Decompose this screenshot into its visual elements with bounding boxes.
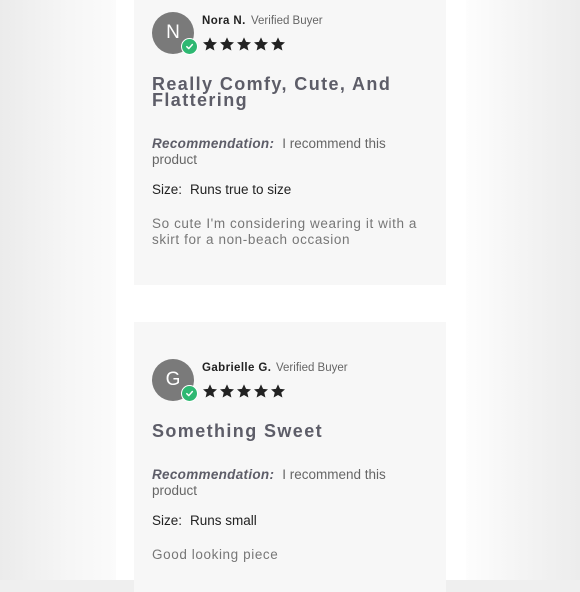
star-icon	[220, 37, 234, 51]
verified-check-icon	[181, 385, 198, 402]
star-icon	[203, 384, 217, 398]
size-label: Size:	[152, 513, 183, 528]
left-background	[0, 0, 116, 580]
size-value: Runs true to size	[190, 182, 292, 197]
reviewer-name: Nora N.	[202, 15, 246, 27]
recommendation: Recommendation: I recommend this product	[152, 136, 422, 168]
avatar-initial: G	[165, 369, 181, 390]
size-value: Runs small	[190, 513, 257, 528]
star-icon	[271, 37, 285, 51]
size-fit: Size: Runs small	[152, 513, 257, 528]
size-fit: Size: Runs true to size	[152, 182, 291, 197]
verified-buyer-label: Verified Buyer	[276, 362, 348, 374]
reviewer-name: Gabrielle G.	[202, 362, 272, 374]
recommendation-label: Recommendation:	[152, 467, 275, 482]
star-icon	[271, 384, 285, 398]
star-icon	[254, 37, 268, 51]
review-body: Good looking piece	[152, 547, 279, 562]
size-label: Size:	[152, 182, 183, 197]
right-background	[466, 0, 580, 580]
star-rating	[202, 383, 286, 399]
star-icon	[254, 384, 268, 398]
recommendation: Recommendation: I recommend this product	[152, 467, 422, 499]
avatar-initial: N	[166, 22, 180, 43]
review-title: Really Comfy, Cute, And Flattering	[152, 74, 392, 110]
verified-buyer-label: Verified Buyer	[251, 15, 323, 27]
verified-check-icon	[181, 38, 198, 55]
recommendation-label: Recommendation:	[152, 136, 275, 151]
star-icon	[220, 384, 234, 398]
review-body: So cute I'm considering wearing it with …	[152, 216, 418, 247]
star-icon	[237, 37, 251, 51]
star-icon	[237, 384, 251, 398]
review-title: Something Sweet	[152, 421, 324, 441]
star-icon	[203, 37, 217, 51]
star-rating	[202, 36, 286, 52]
